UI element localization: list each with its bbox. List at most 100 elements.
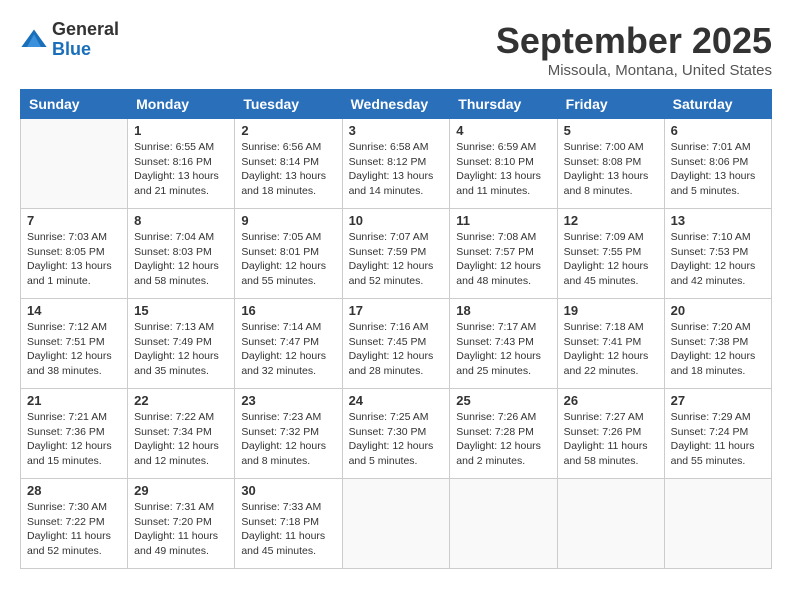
day-number: 5	[564, 123, 658, 138]
day-number: 7	[27, 213, 121, 228]
title-area: September 2025 Missoula, Montana, United…	[496, 20, 772, 79]
day-header-friday: Friday	[557, 90, 664, 119]
calendar-cell: 9Sunrise: 7:05 AMSunset: 8:01 PMDaylight…	[235, 209, 342, 299]
calendar-cell: 11 Sunrise: 7:08 AMSunset: 7:57 PMDayligh…	[450, 209, 557, 299]
calendar-cell: 6 Sunrise: 7:01 AMSunset: 8:06 PMDaylight…	[664, 119, 771, 209]
calendar-cell: 2 Sunrise: 6:56 AMSunset: 8:14 PMDaylight…	[235, 119, 342, 209]
month-title: September 2025	[496, 20, 772, 62]
day-info: Sunrise: 7:31 AMSunset: 7:20 PMDaylight:…	[134, 500, 228, 559]
calendar-week-5: 28Sunrise: 7:30 AMSunset: 7:22 PMDayligh…	[21, 479, 772, 569]
calendar-cell: 27Sunrise: 7:29 AMSunset: 7:24 PMDayligh…	[664, 389, 771, 479]
calendar-cell: 24 Sunrise: 7:25 AMSunset: 7:30 PMDayligh…	[342, 389, 450, 479]
day-info: Sunrise: 6:58 AMSunset: 8:12 PMDaylight:…	[349, 140, 444, 199]
day-info: Sunrise: 7:00 AMSunset: 8:08 PMDaylight:…	[564, 140, 658, 199]
day-header-monday: Monday	[128, 90, 235, 119]
calendar-cell: 1 Sunrise: 6:55 AMSunset: 8:16 PMDaylight…	[128, 119, 235, 209]
day-header-sunday: Sunday	[21, 90, 128, 119]
day-info: Sunrise: 7:04 AMSunset: 8:03 PMDaylight:…	[134, 230, 228, 289]
day-info: Sunrise: 7:21 AMSunset: 7:36 PMDaylight:…	[27, 410, 121, 469]
calendar-cell: 14Sunrise: 7:12 AMSunset: 7:51 PMDayligh…	[21, 299, 128, 389]
calendar-table: SundayMondayTuesdayWednesdayThursdayFrid…	[20, 89, 772, 569]
calendar-cell: 25 Sunrise: 7:26 AMSunset: 7:28 PMDayligh…	[450, 389, 557, 479]
day-number: 13	[671, 213, 765, 228]
calendar-cell	[21, 119, 128, 209]
calendar-week-4: 21 Sunrise: 7:21 AMSunset: 7:36 PMDayligh…	[21, 389, 772, 479]
calendar-cell: 13Sunrise: 7:10 AMSunset: 7:53 PMDayligh…	[664, 209, 771, 299]
day-info: Sunrise: 7:26 AMSunset: 7:28 PMDaylight:…	[456, 410, 550, 469]
calendar-cell: 5 Sunrise: 7:00 AMSunset: 8:08 PMDaylight…	[557, 119, 664, 209]
day-number: 6	[671, 123, 765, 138]
day-info: Sunrise: 7:16 AMSunset: 7:45 PMDaylight:…	[349, 320, 444, 379]
day-number: 12	[564, 213, 658, 228]
calendar-week-2: 7 Sunrise: 7:03 AMSunset: 8:05 PMDaylight…	[21, 209, 772, 299]
day-number: 4	[456, 123, 550, 138]
day-number: 21	[27, 393, 121, 408]
calendar-cell: 3 Sunrise: 6:58 AMSunset: 8:12 PMDaylight…	[342, 119, 450, 209]
day-info: Sunrise: 6:59 AMSunset: 8:10 PMDaylight:…	[456, 140, 550, 199]
logo: General Blue	[20, 20, 119, 60]
calendar-week-3: 14Sunrise: 7:12 AMSunset: 7:51 PMDayligh…	[21, 299, 772, 389]
day-info: Sunrise: 7:08 AMSunset: 7:57 PMDaylight:…	[456, 230, 550, 289]
day-number: 11	[456, 213, 550, 228]
day-info: Sunrise: 7:27 AMSunset: 7:26 PMDaylight:…	[564, 410, 658, 469]
day-info: Sunrise: 7:09 AMSunset: 7:55 PMDaylight:…	[564, 230, 658, 289]
day-info: Sunrise: 7:18 AMSunset: 7:41 PMDaylight:…	[564, 320, 658, 379]
calendar-cell: 20 Sunrise: 7:20 AMSunset: 7:38 PMDayligh…	[664, 299, 771, 389]
day-info: Sunrise: 7:30 AMSunset: 7:22 PMDaylight:…	[27, 500, 121, 559]
logo-text: General Blue	[52, 20, 119, 60]
calendar-cell	[450, 479, 557, 569]
day-number: 16	[241, 303, 335, 318]
calendar-cell: 30 Sunrise: 7:33 AMSunset: 7:18 PMDayligh…	[235, 479, 342, 569]
logo-icon	[20, 26, 48, 54]
calendar-cell: 4 Sunrise: 6:59 AMSunset: 8:10 PMDaylight…	[450, 119, 557, 209]
day-number: 23	[241, 393, 335, 408]
calendar-cell	[664, 479, 771, 569]
calendar-cell: 26 Sunrise: 7:27 AMSunset: 7:26 PMDayligh…	[557, 389, 664, 479]
day-info: Sunrise: 7:14 AMSunset: 7:47 PMDaylight:…	[241, 320, 335, 379]
day-number: 2	[241, 123, 335, 138]
calendar-cell: 23Sunrise: 7:23 AMSunset: 7:32 PMDayligh…	[235, 389, 342, 479]
day-number: 3	[349, 123, 444, 138]
calendar-cell: 17Sunrise: 7:16 AMSunset: 7:45 PMDayligh…	[342, 299, 450, 389]
day-info: Sunrise: 6:55 AMSunset: 8:16 PMDaylight:…	[134, 140, 228, 199]
day-number: 20	[671, 303, 765, 318]
calendar-cell: 12 Sunrise: 7:09 AMSunset: 7:55 PMDayligh…	[557, 209, 664, 299]
day-number: 29	[134, 483, 228, 498]
calendar-week-1: 1 Sunrise: 6:55 AMSunset: 8:16 PMDaylight…	[21, 119, 772, 209]
calendar-cell: 29 Sunrise: 7:31 AMSunset: 7:20 PMDayligh…	[128, 479, 235, 569]
day-info: Sunrise: 7:25 AMSunset: 7:30 PMDaylight:…	[349, 410, 444, 469]
day-number: 30	[241, 483, 335, 498]
calendar-cell: 22Sunrise: 7:22 AMSunset: 7:34 PMDayligh…	[128, 389, 235, 479]
day-info: Sunrise: 7:12 AMSunset: 7:51 PMDaylight:…	[27, 320, 121, 379]
calendar-cell	[342, 479, 450, 569]
day-number: 15	[134, 303, 228, 318]
day-number: 18	[456, 303, 550, 318]
day-number: 19	[564, 303, 658, 318]
calendar-cell: 10Sunrise: 7:07 AMSunset: 7:59 PMDayligh…	[342, 209, 450, 299]
calendar-cell: 28Sunrise: 7:30 AMSunset: 7:22 PMDayligh…	[21, 479, 128, 569]
day-number: 26	[564, 393, 658, 408]
day-header-wednesday: Wednesday	[342, 90, 450, 119]
day-info: Sunrise: 7:20 AMSunset: 7:38 PMDaylight:…	[671, 320, 765, 379]
calendar-cell: 16 Sunrise: 7:14 AMSunset: 7:47 PMDayligh…	[235, 299, 342, 389]
day-info: Sunrise: 7:33 AMSunset: 7:18 PMDaylight:…	[241, 500, 335, 559]
calendar-cell: 15 Sunrise: 7:13 AMSunset: 7:49 PMDayligh…	[128, 299, 235, 389]
calendar-cell: 19 Sunrise: 7:18 AMSunset: 7:41 PMDayligh…	[557, 299, 664, 389]
day-number: 22	[134, 393, 228, 408]
day-number: 25	[456, 393, 550, 408]
day-number: 1	[134, 123, 228, 138]
day-info: Sunrise: 7:13 AMSunset: 7:49 PMDaylight:…	[134, 320, 228, 379]
day-header-thursday: Thursday	[450, 90, 557, 119]
calendar-cell	[557, 479, 664, 569]
day-number: 8	[134, 213, 228, 228]
day-info: Sunrise: 6:56 AMSunset: 8:14 PMDaylight:…	[241, 140, 335, 199]
day-info: Sunrise: 7:07 AMSunset: 7:59 PMDaylight:…	[349, 230, 444, 289]
day-number: 24	[349, 393, 444, 408]
calendar-cell: 8 Sunrise: 7:04 AMSunset: 8:03 PMDaylight…	[128, 209, 235, 299]
calendar-cell: 7 Sunrise: 7:03 AMSunset: 8:05 PMDaylight…	[21, 209, 128, 299]
day-info: Sunrise: 7:03 AMSunset: 8:05 PMDaylight:…	[27, 230, 121, 289]
day-info: Sunrise: 7:29 AMSunset: 7:24 PMDaylight:…	[671, 410, 765, 469]
day-info: Sunrise: 7:17 AMSunset: 7:43 PMDaylight:…	[456, 320, 550, 379]
page-header: General Blue September 2025 Missoula, Mo…	[20, 20, 772, 79]
day-info: Sunrise: 7:01 AMSunset: 8:06 PMDaylight:…	[671, 140, 765, 199]
